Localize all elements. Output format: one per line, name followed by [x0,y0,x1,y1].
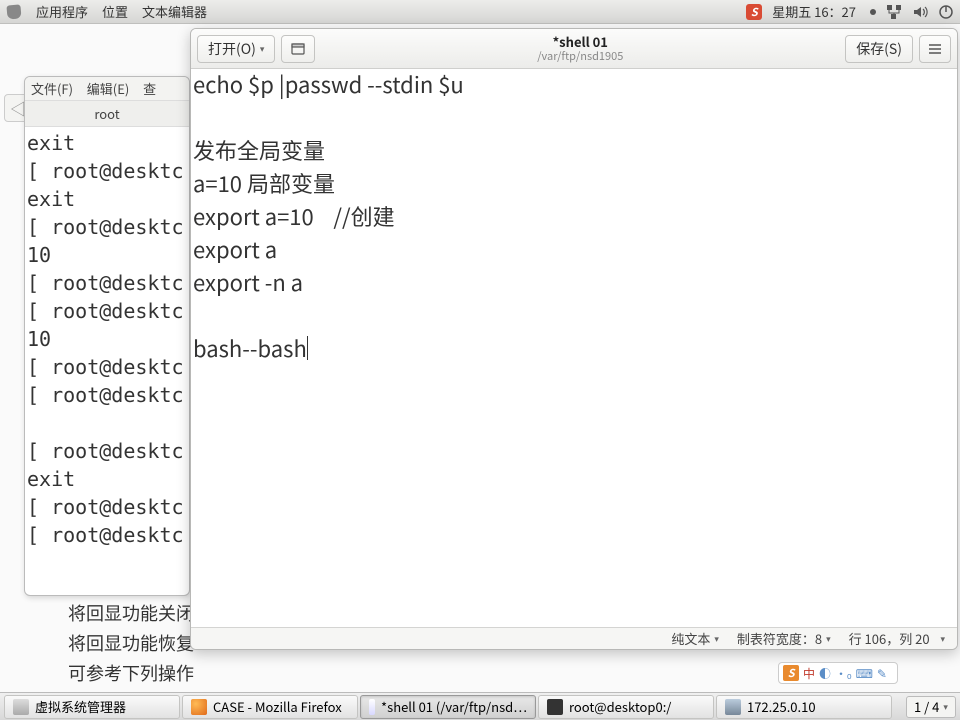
background-document-text: 将回显功能关闭 将回显功能恢复 可参考下列操作 [68,598,194,688]
save-button[interactable]: 保存(S) [845,35,913,63]
editor-subtitle: /var/ftp/nsd1905 [537,50,623,62]
power-icon[interactable] [938,4,954,20]
task-label: 虚拟系统管理器 [35,697,126,716]
text-cursor [307,336,308,360]
status-cursor-pos: 行 106，列 20 ▾ [849,629,945,648]
ime-punct-icon[interactable]: •ₒ [835,665,852,682]
status-syntax[interactable]: 纯文本 ▾ [671,629,719,648]
editor-statusbar: 纯文本 ▾ 制表符宽度：8 ▾ 行 106，列 20 ▾ [191,627,957,649]
task-remote[interactable]: 172.25.0.10 [716,695,892,719]
ime-mode-label[interactable]: 中 [803,665,815,682]
chevron-down-icon: ▾ [260,42,265,55]
ime-sogou-icon: S [783,665,799,681]
bg-line-2: 将回显功能恢复 [68,628,194,658]
menu-button[interactable] [919,35,951,63]
save-button-label: 保存(S) [856,39,902,59]
app-menu[interactable]: 应用程序 [36,2,88,21]
text-editor-window[interactable]: 打开(O) ▾ *shell 01 /var/ftp/nsd1905 保存(S)… [190,28,958,650]
terminal-icon [547,699,563,715]
ime-sogou-icon[interactable]: S [746,4,762,20]
network-icon[interactable] [886,4,902,20]
bg-line-1: 将回显功能关闭 [68,598,194,628]
chevron-down-icon: ▾ [943,700,948,713]
ime-keyboard-icon[interactable]: ⌨ [856,665,873,682]
task-label: CASE - Mozilla Firefox [213,697,342,716]
terminal-content[interactable]: exit [ root@desktc exit [ root@desktc 10… [25,127,189,551]
gnome-icon [6,4,22,20]
task-gedit[interactable]: *shell 01 (/var/ftp/nsd… [360,695,536,719]
terminal-window[interactable]: 文件(F) 编辑(E) 查 root exit [ root@desktc ex… [24,76,190,596]
virt-manager-icon [13,699,29,715]
ime-toolbar[interactable]: S 中 ◐ •ₒ ⌨ ✎ [778,662,898,684]
hamburger-icon [928,42,942,56]
volume-icon[interactable] [912,4,928,20]
taskbar: 虚拟系统管理器 CASE - Mozilla Firefox *shell 01… [0,692,960,720]
task-firefox[interactable]: CASE - Mozilla Firefox [182,695,358,719]
open-button[interactable]: 打开(O) ▾ [197,35,275,63]
chevron-down-icon: ▾ [940,632,945,645]
menu-file[interactable]: 文件(F) [31,79,73,98]
clock-dot-icon [870,9,876,15]
new-document-icon [290,41,306,57]
desktop-area: ◁ 文件(F) 编辑(E) 查 root exit [ root@desktc … [0,24,960,692]
open-button-label: 打开(O) [208,39,256,59]
active-app-label[interactable]: 文本编辑器 [142,2,207,21]
places-menu[interactable]: 位置 [102,2,128,21]
ime-moon-icon[interactable]: ◐ [819,665,831,682]
menu-view[interactable]: 查 [143,79,156,98]
menu-edit[interactable]: 编辑(E) [87,79,129,98]
chevron-down-icon: ▾ [826,632,831,645]
monitor-icon [725,699,741,715]
ime-settings-icon[interactable]: ✎ [877,665,887,682]
top-panel: 应用程序 位置 文本编辑器 S 星期五 16：27 [0,0,960,24]
status-tabwidth[interactable]: 制表符宽度：8 ▾ [737,629,831,648]
task-terminal[interactable]: root@desktop0:/ [538,695,714,719]
new-tab-button[interactable] [281,35,315,63]
firefox-icon [191,699,207,715]
chevron-down-icon: ▾ [714,632,719,645]
clock-label[interactable]: 星期五 16：27 [772,2,856,21]
editor-headerbar: 打开(O) ▾ *shell 01 /var/ftp/nsd1905 保存(S) [191,29,957,69]
editor-text-area[interactable]: echo $p |passwd --stdin $u 发布全局变量 a=10 局… [191,69,957,627]
gedit-icon [369,699,375,715]
workspace-switcher[interactable]: 1 / 4 ▾ [906,696,956,718]
bg-line-3: 可参考下列操作 [68,658,194,688]
workspace-label: 1 / 4 [914,697,939,716]
task-virt-manager[interactable]: 虚拟系统管理器 [4,695,180,719]
task-label: 172.25.0.10 [747,697,816,716]
task-label: *shell 01 (/var/ftp/nsd… [381,697,527,716]
terminal-tab[interactable]: root [94,104,119,123]
task-label: root@desktop0:/ [569,697,671,716]
